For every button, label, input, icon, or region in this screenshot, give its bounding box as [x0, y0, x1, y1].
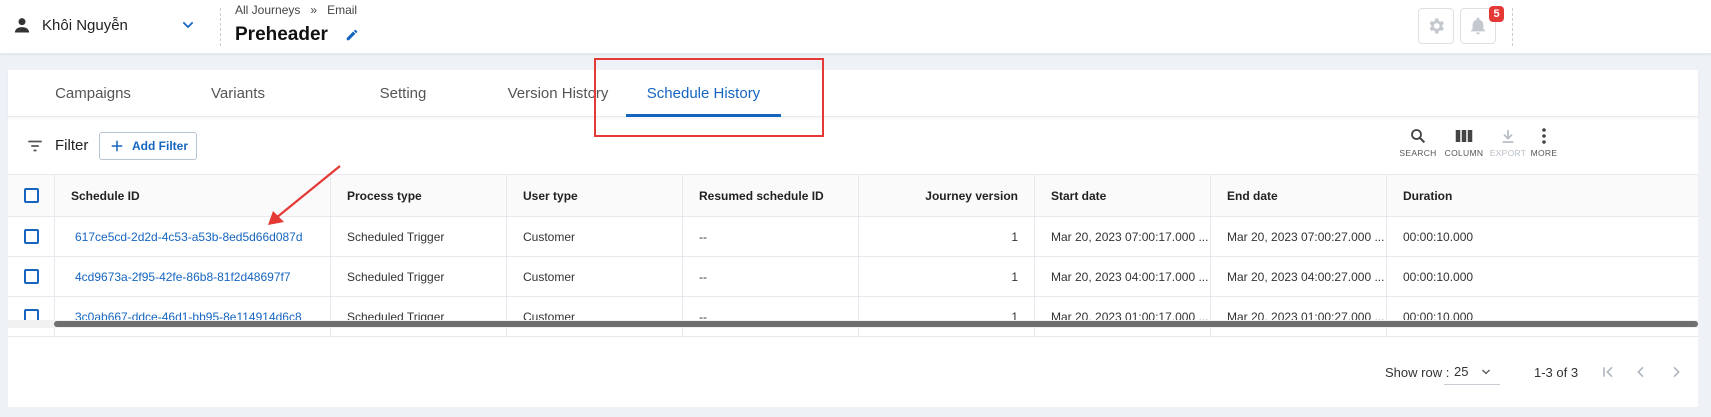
- gear-icon: [1429, 18, 1444, 34]
- plus-icon: [111, 140, 123, 152]
- tab-variants[interactable]: Variants: [188, 70, 288, 117]
- horizontal-scrollbar-thumb[interactable]: [54, 321, 1698, 327]
- tab-campaigns[interactable]: Campaigns: [38, 70, 148, 117]
- prev-page-button[interactable]: [1630, 361, 1652, 383]
- select-all-checkbox[interactable]: [23, 188, 39, 203]
- tab-setting[interactable]: Setting: [348, 70, 458, 117]
- next-page-button[interactable]: [1665, 361, 1687, 383]
- chevron-down-icon: [1482, 369, 1491, 374]
- user-type-cell: Customer: [506, 257, 682, 296]
- user-menu[interactable]: Khôi Nguyễn: [12, 15, 128, 35]
- column-header-journey-version[interactable]: Journey version: [858, 175, 1034, 216]
- start-date-cell: Mar 20, 2023 01:00:17.000 ...: [1034, 297, 1210, 336]
- column-header-process-type[interactable]: Process type: [330, 175, 506, 216]
- rows-per-page-value: 25: [1454, 364, 1469, 379]
- more-vert-icon: [1542, 128, 1546, 144]
- end-date-cell: Mar 20, 2023 04:00:27.000 ...: [1210, 257, 1386, 296]
- column-header-end-date[interactable]: End date: [1210, 175, 1386, 216]
- breadcrumb-email[interactable]: Email: [327, 3, 357, 17]
- bell-icon: [1470, 17, 1486, 35]
- process-type-cell: Scheduled Trigger: [330, 257, 506, 296]
- notification-badge: 5: [1489, 6, 1504, 22]
- user-name: Khôi Nguyễn: [42, 16, 128, 34]
- chevron-left-icon: [1637, 366, 1644, 378]
- more-tool-button[interactable]: MORE: [1524, 126, 1564, 158]
- row-select-cell: [8, 217, 54, 256]
- duration-cell: 00:00:10.000: [1386, 297, 1698, 336]
- column-header-duration[interactable]: Duration: [1386, 175, 1698, 216]
- row-checkbox[interactable]: [23, 269, 39, 284]
- schedule-id-link[interactable]: 4cd9673a-2f95-42fe-86b8-81f2d48697f7: [54, 257, 330, 296]
- schedule-id-link[interactable]: 617ce5cd-2d2d-4c53-a53b-8ed5d66d087d: [54, 217, 330, 256]
- breadcrumb-all-journeys[interactable]: All Journeys: [235, 3, 300, 17]
- column-header-user-type[interactable]: User type: [506, 175, 682, 216]
- row-select-cell: [8, 257, 54, 296]
- user-type-cell: Customer: [506, 217, 682, 256]
- breadcrumb: All Journeys » Email: [235, 3, 357, 17]
- first-page-icon: [1603, 366, 1613, 378]
- resumed-schedule-id-cell: --: [682, 257, 858, 296]
- table-row[interactable]: 617ce5cd-2d2d-4c53-a53b-8ed5d66d087d Sch…: [8, 217, 1698, 257]
- page-range: 1-3 of 3: [1534, 365, 1579, 380]
- annotation-highlight-box: [594, 58, 824, 137]
- settings-button[interactable]: [1418, 8, 1454, 44]
- filter-label[interactable]: Filter: [55, 137, 88, 154]
- journey-version-cell: 1: [858, 217, 1034, 256]
- rows-per-page-select[interactable]: 25: [1444, 359, 1500, 385]
- duration-cell: 00:00:10.000: [1386, 257, 1698, 296]
- export-tool-label: EXPORT: [1489, 148, 1527, 158]
- tab-bar: Campaigns Variants Setting Version Histo…: [8, 70, 1698, 117]
- journey-version-cell: 1: [858, 297, 1034, 336]
- end-date-cell: Mar 20, 2023 07:00:27.000 ...: [1210, 217, 1386, 256]
- row-select-cell: [8, 297, 54, 336]
- end-date-cell: Mar 20, 2023 01:00:27.000 ...: [1210, 297, 1386, 336]
- journey-version-cell: 1: [858, 257, 1034, 296]
- table-row[interactable]: 3c0ab667-ddce-46d1-bb95-8e114914d6c8 Sch…: [8, 297, 1698, 337]
- breadcrumb-separator: »: [310, 3, 318, 17]
- header-divider: [220, 8, 221, 46]
- column-icon: [1455, 130, 1473, 142]
- column-header-schedule-id[interactable]: Schedule ID: [54, 175, 330, 216]
- schedule-id-link[interactable]: 3c0ab667-ddce-46d1-bb95-8e114914d6c8: [54, 297, 330, 336]
- export-tool-button[interactable]: EXPORT: [1488, 126, 1528, 158]
- resumed-schedule-id-cell: --: [682, 297, 858, 336]
- search-icon: [1411, 129, 1426, 144]
- process-type-cell: Scheduled Trigger: [330, 217, 506, 256]
- filter-icon[interactable]: [25, 137, 45, 155]
- add-filter-label: Add Filter: [132, 139, 188, 153]
- process-type-cell: Scheduled Trigger: [330, 297, 506, 336]
- person-icon: [14, 18, 30, 33]
- schedule-history-card: Campaigns Variants Setting Version Histo…: [8, 70, 1698, 407]
- start-date-cell: Mar 20, 2023 04:00:17.000 ...: [1034, 257, 1210, 296]
- download-icon: [1502, 130, 1514, 143]
- column-tool-label: COLUMN: [1444, 148, 1484, 158]
- header-divider-right: [1512, 8, 1513, 46]
- first-page-button[interactable]: [1597, 361, 1619, 383]
- show-row-label: Show row :: [1385, 365, 1450, 380]
- column-tool-button[interactable]: COLUMN: [1444, 126, 1484, 158]
- duration-cell: 00:00:10.000: [1386, 217, 1698, 256]
- table-row[interactable]: 4cd9673a-2f95-42fe-86b8-81f2d48697f7 Sch…: [8, 257, 1698, 297]
- search-tool-button[interactable]: SEARCH: [1398, 126, 1438, 158]
- chevron-right-icon: [1673, 366, 1680, 378]
- search-tool-label: SEARCH: [1399, 148, 1437, 158]
- column-header-start-date[interactable]: Start date: [1034, 175, 1210, 216]
- app-header: Khôi Nguyễn All Journeys » Email Prehead…: [0, 0, 1711, 54]
- user-type-cell: Customer: [506, 297, 682, 336]
- more-tool-label: MORE: [1530, 148, 1558, 158]
- edit-pencil-icon[interactable]: [345, 28, 359, 42]
- chevron-down-icon[interactable]: [180, 17, 196, 33]
- page-title: Preheader: [235, 24, 328, 45]
- row-checkbox[interactable]: [23, 229, 39, 244]
- add-filter-button[interactable]: Add Filter: [99, 132, 197, 160]
- select-all-cell: [8, 175, 54, 216]
- resumed-schedule-id-cell: --: [682, 217, 858, 256]
- table-header-row: Schedule ID Process type User type Resum…: [8, 174, 1698, 217]
- column-header-resumed-schedule-id[interactable]: Resumed schedule ID: [682, 175, 858, 216]
- start-date-cell: Mar 20, 2023 07:00:17.000 ...: [1034, 217, 1210, 256]
